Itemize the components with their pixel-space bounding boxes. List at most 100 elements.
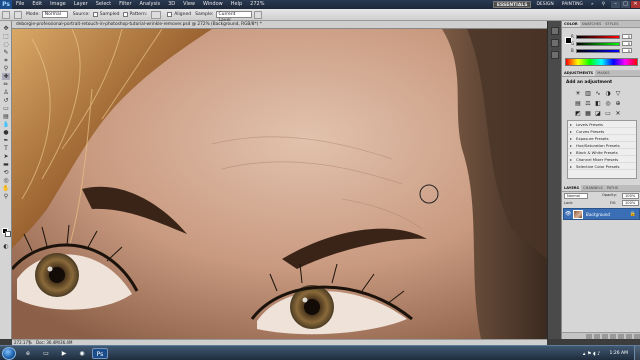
brush-preset-picker-icon[interactable] [14,10,22,19]
ignore-adjustment-layers-icon[interactable] [253,10,262,19]
exposure-icon[interactable]: ◑ [604,90,612,98]
tab-color[interactable]: COLOR [562,21,580,27]
3d-orbit-tool-icon[interactable]: ◎ [2,177,10,184]
source-pattern-radio[interactable] [122,12,128,17]
new-group-icon[interactable] [618,334,624,339]
internet-explorer-icon[interactable]: e [20,348,36,359]
maximize-button[interactable]: □ [621,1,630,8]
eraser-tool-icon[interactable]: ▭ [2,105,10,112]
zoom-readout[interactable]: 272% [246,0,268,9]
black-white-icon[interactable]: ◧ [594,100,602,108]
red-slider[interactable]: R 0 [571,34,632,39]
new-layer-icon[interactable] [626,334,632,339]
vibrance-icon[interactable]: ▽ [614,90,622,98]
menu-image[interactable]: Image [46,0,70,9]
photoshop-taskbar-icon[interactable]: Ps [92,348,108,359]
show-desktop-button[interactable] [634,346,640,360]
pen-tool-icon[interactable]: ✒ [2,137,10,144]
brush-tool-icon[interactable]: ✏ [2,81,10,88]
lasso-tool-icon[interactable]: ◌ [2,41,10,48]
gradient-map-icon[interactable]: ▭ [604,110,612,118]
shape-tool-icon[interactable]: ▬ [2,161,10,168]
threshold-icon[interactable]: ◪ [594,110,602,118]
minimize-button[interactable]: – [611,1,620,8]
menu-select[interactable]: Select [92,0,115,9]
clone-stamp-tool-icon[interactable]: ♙ [2,89,10,96]
aligned-checkbox[interactable] [167,12,173,17]
menu-view[interactable]: View [179,0,199,9]
brightness-icon[interactable]: ☀ [574,90,582,98]
hue-saturation-icon[interactable]: ▤ [574,100,582,108]
preset-hue-saturation[interactable]: Hue/Saturation Presets [568,142,636,149]
green-value[interactable]: 0 [622,41,632,46]
tab-styles[interactable]: STYLES [603,21,620,27]
preset-levels[interactable]: Levels Presets [568,121,636,128]
menu-file[interactable]: File [12,0,28,9]
zoom-tool-icon[interactable]: ⚲ [2,193,10,200]
mode-select[interactable]: Normal [41,11,68,18]
brush-panel-icon[interactable] [551,51,559,59]
workspace-overflow-button[interactable]: » [588,1,597,8]
photo-filter-icon[interactable]: ◎ [604,100,612,108]
layer-style-icon[interactable] [594,334,600,339]
crop-tool-icon[interactable]: ⌗ [2,57,10,64]
opacity-field[interactable]: 100% [622,193,639,199]
add-mask-icon[interactable] [602,334,608,339]
eyedropper-tool-icon[interactable]: ⚲ [2,65,10,72]
blue-slider[interactable]: B 0 [571,48,632,53]
menu-3d[interactable]: 3D [164,0,179,9]
layer-row-background[interactable]: 👁 Background 🔒 [563,208,640,220]
clock[interactable]: 1:26 AM [610,351,629,356]
preset-channel-mixer[interactable]: Channel Mixer Presets [568,156,636,163]
sample-select[interactable]: Current Layer [215,11,252,23]
workspace-painting-button[interactable]: PAINTING [559,1,586,8]
source-sampled-radio[interactable] [92,12,98,17]
fill-field[interactable]: 100% [622,200,639,206]
menu-filter[interactable]: Filter [115,0,135,9]
preset-selective-color[interactable]: Selective Color Presets [568,163,636,170]
link-layers-icon[interactable] [586,334,592,339]
explorer-folder-icon[interactable]: ▭ [38,348,54,359]
invert-icon[interactable]: ◩ [574,110,582,118]
media-player-icon[interactable]: ▶ [56,348,72,359]
preset-curves[interactable]: Curves Presets [568,128,636,135]
red-value[interactable]: 0 [622,34,632,39]
gradient-tool-icon[interactable]: ▤ [2,113,10,120]
hand-tool-icon[interactable]: ✋ [2,185,10,192]
dodge-tool-icon[interactable]: ● [2,129,10,136]
3d-rotate-tool-icon[interactable]: ⟲ [2,169,10,176]
marquee-tool-icon[interactable]: ⬚ [2,33,10,40]
color-spectrum[interactable] [565,58,638,66]
firefox-icon[interactable]: ◉ [74,348,90,359]
move-tool-icon[interactable]: ✥ [2,25,10,32]
history-panel-icon[interactable] [551,27,559,35]
healing-brush-tool-icon[interactable] [2,10,10,19]
workspace-essentials-button[interactable]: ESSENTIALS [492,1,532,8]
type-tool-icon[interactable]: T [2,145,10,152]
start-button[interactable] [2,347,16,360]
blur-tool-icon[interactable]: 💧 [2,121,10,128]
color-balance-icon[interactable]: ⚖ [584,100,592,108]
pattern-picker-icon[interactable] [151,10,162,19]
eye-icon[interactable]: 👁 [565,211,571,217]
menu-edit[interactable]: Edit [28,0,46,9]
workspace-design-button[interactable]: DESIGN [533,1,556,8]
healing-brush-tool-icon[interactable]: ✚ [2,73,10,80]
preset-black-white[interactable]: Black & White Presets [568,149,636,156]
curves-icon[interactable]: ∿ [594,90,602,98]
preset-exposure[interactable]: Exposure Presets [568,135,636,142]
menu-analysis[interactable]: Analysis [136,0,165,9]
quick-mask-icon[interactable]: ◐ [2,243,10,250]
layer-name[interactable]: Background [586,209,610,220]
menu-help[interactable]: Help [227,0,246,9]
document-canvas[interactable] [12,29,547,343]
blue-value[interactable]: 0 [622,48,632,53]
tab-swatches[interactable]: SWATCHES [580,21,604,27]
path-selection-tool-icon[interactable]: ➤ [2,153,10,160]
green-slider[interactable]: G 0 [571,41,632,46]
menu-layer[interactable]: Layer [70,0,92,9]
channel-mixer-icon[interactable]: ⊕ [614,100,622,108]
document-tab[interactable]: deborgie-professional-portrait-retouch-i… [12,21,560,29]
close-button[interactable]: ✕ [631,1,640,8]
history-brush-tool-icon[interactable]: ↺ [2,97,10,104]
